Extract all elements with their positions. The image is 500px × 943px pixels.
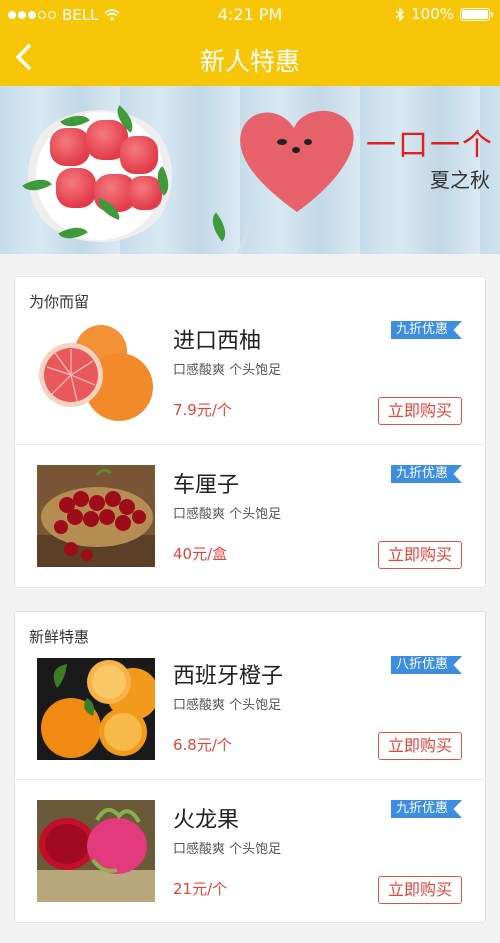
mint-leaf-icon bbox=[205, 212, 233, 242]
watermelon-ball-image bbox=[50, 128, 90, 166]
section-card: 新鲜特惠 西班牙橙子 口感酸爽 个头饱足 6.8元/个 八折优惠 立即购买 火龙… bbox=[14, 611, 486, 923]
product-price: 40元/盒 bbox=[173, 545, 228, 563]
cherries-image bbox=[37, 465, 155, 567]
popsicle-stick bbox=[230, 216, 254, 254]
grapefruit-image bbox=[37, 321, 155, 423]
product-desc: 口感酸爽 个头饱足 bbox=[173, 842, 282, 857]
watermelon-ball-image bbox=[120, 136, 158, 174]
discount-badge: 九折优惠 bbox=[391, 465, 463, 483]
nav-bar: 新人特惠 bbox=[0, 30, 500, 86]
app-header: BELL 4:21 PM 100% 新人特惠 bbox=[0, 0, 500, 86]
product-price: 6.8元/个 bbox=[173, 736, 232, 754]
product-name: 车厘子 bbox=[173, 473, 240, 498]
buy-now-button[interactable]: 立即购买 bbox=[378, 732, 462, 760]
bluetooth-icon bbox=[395, 6, 405, 22]
dragon-fruit-image bbox=[37, 800, 155, 902]
status-bar: BELL 4:21 PM 100% bbox=[0, 0, 500, 30]
section-card: 为你而留 进口西柚 口感酸爽 个头饱足 7.9元/个 九折优惠 立即购买 车厘子… bbox=[14, 276, 486, 588]
discount-badge: 八折优惠 bbox=[391, 656, 463, 674]
page-title: 新人特惠 bbox=[199, 47, 300, 76]
product-item[interactable]: 西班牙橙子 口感酸爽 个头饱足 6.8元/个 八折优惠 立即购买 bbox=[15, 636, 485, 779]
battery-label: 100% bbox=[411, 5, 454, 23]
product-item[interactable]: 车厘子 口感酸爽 个头饱足 40元/盒 九折优惠 立即购买 bbox=[15, 444, 485, 587]
product-name: 火龙果 bbox=[173, 808, 240, 833]
product-desc: 口感酸爽 个头饱足 bbox=[173, 698, 282, 713]
promo-banner[interactable]: 一口一个 夏之秋 bbox=[0, 86, 500, 254]
heart-watermelon-image bbox=[240, 110, 354, 212]
product-desc: 口感酸爽 个头饱足 bbox=[173, 507, 282, 522]
buy-now-button[interactable]: 立即购买 bbox=[378, 397, 462, 425]
product-desc: 口感酸爽 个头饱足 bbox=[173, 363, 282, 378]
banner-subtitle: 夏之秋 bbox=[430, 168, 490, 192]
product-price: 21元/个 bbox=[173, 880, 228, 898]
product-item[interactable]: 火龙果 口感酸爽 个头饱足 21元/个 九折优惠 立即购买 bbox=[15, 779, 485, 922]
product-name: 西班牙橙子 bbox=[173, 664, 284, 689]
buy-now-button[interactable]: 立即购买 bbox=[378, 541, 462, 569]
buy-now-button[interactable]: 立即购买 bbox=[378, 876, 462, 904]
product-name: 进口西柚 bbox=[173, 329, 262, 354]
product-item[interactable]: 进口西柚 口感酸爽 个头饱足 7.9元/个 九折优惠 立即购买 bbox=[15, 301, 485, 444]
status-right: 100% bbox=[395, 5, 493, 23]
battery-icon bbox=[460, 7, 493, 21]
watermelon-ball-image bbox=[56, 168, 96, 208]
orange-image bbox=[37, 658, 155, 760]
discount-badge: 九折优惠 bbox=[391, 321, 463, 339]
banner-slogan: 一口一个 bbox=[366, 128, 494, 163]
discount-badge: 九折优惠 bbox=[391, 800, 463, 818]
product-price: 7.9元/个 bbox=[173, 401, 232, 419]
